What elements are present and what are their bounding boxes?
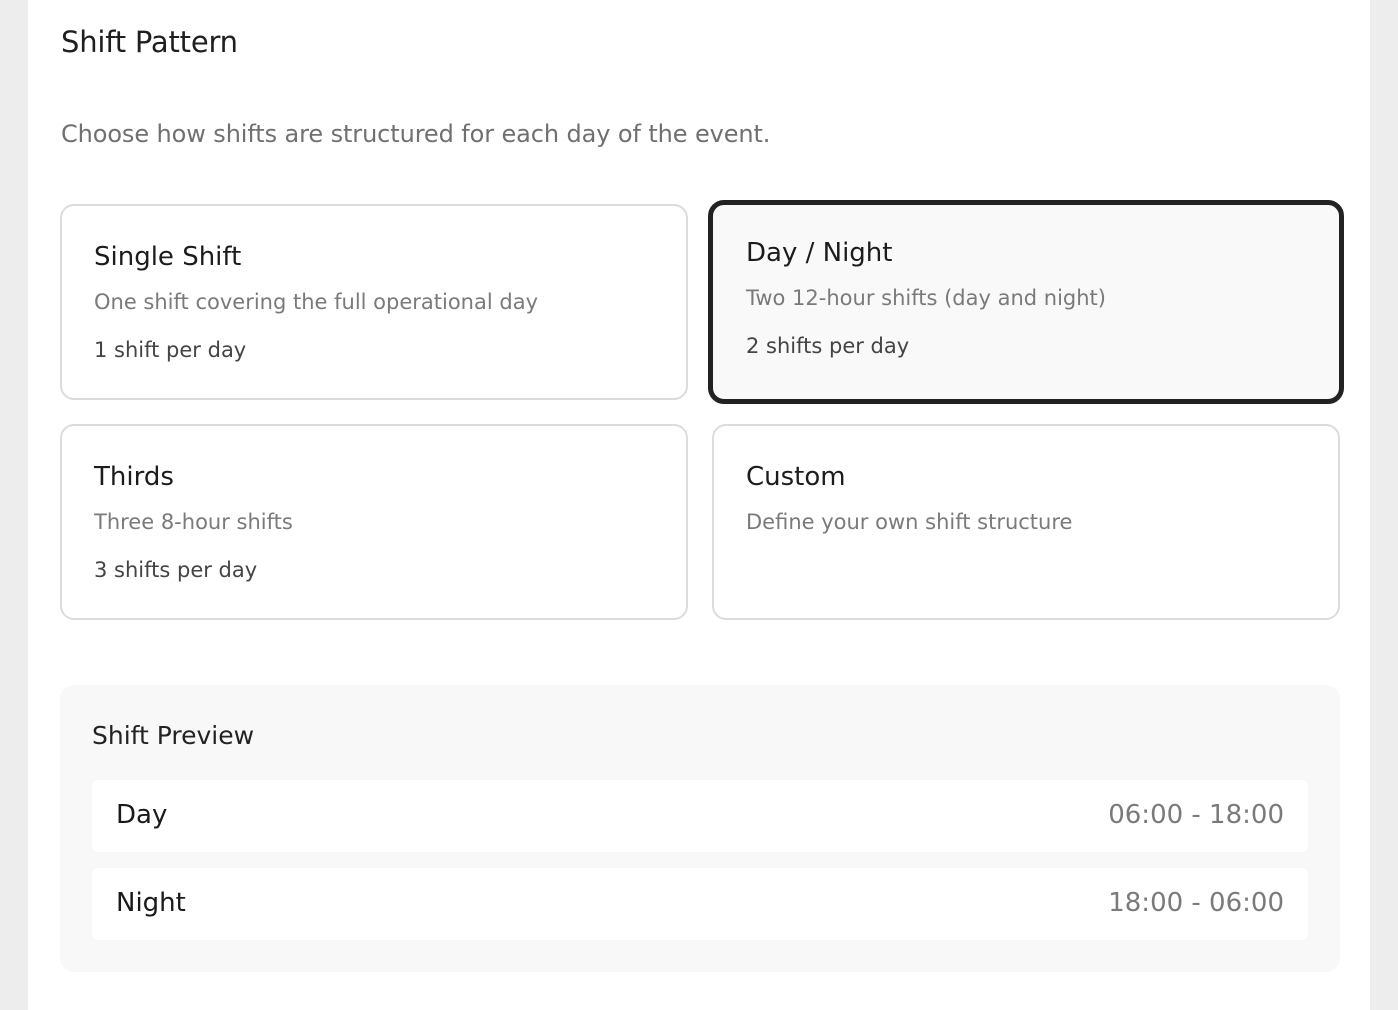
shift-time-range: 18:00 - 06:00 xyxy=(1108,888,1284,918)
shift-preview: Shift Preview Day 06:00 - 18:00 Night 18… xyxy=(60,685,1340,972)
option-shift-count: 3 shifts per day xyxy=(94,558,258,582)
section-title: Shift Pattern xyxy=(61,25,238,59)
option-title: Single Shift xyxy=(94,242,242,272)
option-shift-count: 1 shift per day xyxy=(94,338,247,362)
option-description: Define your own shift structure xyxy=(746,510,1073,534)
shift-name: Night xyxy=(116,888,186,918)
option-day-night[interactable]: Day / Night Two 12-hour shifts (day and … xyxy=(708,200,1344,404)
option-description: One shift covering the full operational … xyxy=(94,290,538,314)
preview-row-day: Day 06:00 - 18:00 xyxy=(92,780,1308,852)
option-title: Day / Night xyxy=(746,238,893,268)
section-description: Choose how shifts are structured for eac… xyxy=(61,120,771,148)
preview-title: Shift Preview xyxy=(92,721,255,750)
option-description: Three 8-hour shifts xyxy=(94,510,293,534)
option-custom[interactable]: Custom Define your own shift structure xyxy=(712,424,1340,620)
option-shift-count: 2 shifts per day xyxy=(746,334,910,358)
shift-name: Day xyxy=(116,800,168,830)
option-title: Thirds xyxy=(94,462,174,492)
shift-pattern-panel: Shift Pattern Choose how shifts are stru… xyxy=(28,0,1370,1010)
preview-row-night: Night 18:00 - 06:00 xyxy=(92,868,1308,940)
option-thirds[interactable]: Thirds Three 8-hour shifts 3 shifts per … xyxy=(60,424,688,620)
option-title: Custom xyxy=(746,462,846,492)
option-single-shift[interactable]: Single Shift One shift covering the full… xyxy=(60,204,688,400)
option-description: Two 12-hour shifts (day and night) xyxy=(746,286,1106,310)
shift-time-range: 06:00 - 18:00 xyxy=(1108,800,1284,830)
